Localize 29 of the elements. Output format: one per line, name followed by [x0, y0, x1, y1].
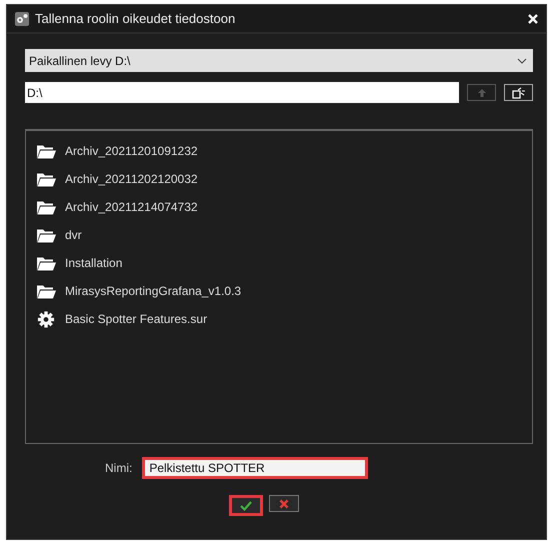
folder-item[interactable]: dvr — [65, 228, 82, 242]
gear-icon — [36, 310, 56, 328]
folder-icon — [36, 254, 56, 272]
folder-icon — [36, 282, 56, 300]
window-title: Tallenna roolin oikeudet tiedostoon — [35, 11, 236, 26]
path-field[interactable]: D:\ — [25, 82, 459, 103]
close-icon[interactable] — [528, 14, 538, 24]
arrow-up-icon — [476, 88, 486, 98]
field-label: Nimi: — [105, 461, 132, 475]
chevron-down-icon — [517, 58, 527, 64]
folder-icon — [36, 142, 56, 160]
folder-icon — [36, 170, 56, 188]
checkmark-icon — [240, 500, 252, 510]
name-field[interactable]: Pelkistettu SPOTTER — [142, 457, 368, 479]
folder-item[interactable]: Archiv_20211214074732 — [65, 200, 198, 214]
cancel-button[interactable] — [269, 495, 299, 512]
folder-item[interactable]: MirasysReportingGrafana_v1.0.3 — [65, 284, 242, 298]
folder-item[interactable]: Archiv_20211201091232 — [65, 144, 198, 158]
folder-icon — [36, 226, 56, 244]
file-item[interactable]: Basic Spotter Features.sur — [65, 312, 208, 326]
folder-item[interactable]: Installation — [65, 256, 122, 270]
new-folder-button[interactable] — [504, 84, 533, 101]
cross-icon — [279, 498, 289, 508]
gears-icon — [15, 12, 29, 26]
folder-item[interactable]: Archiv_20211202120032 — [65, 172, 198, 186]
drive-dropdown[interactable]: Paikallinen levy D:\ — [25, 49, 533, 72]
folder-icon — [36, 198, 56, 216]
confirm-button[interactable] — [229, 495, 263, 516]
new-folder-icon — [512, 86, 526, 98]
